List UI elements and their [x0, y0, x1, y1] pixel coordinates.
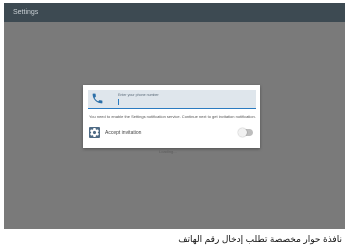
dialog-message: You need to enable the Settings notifica…	[89, 114, 256, 119]
toggle-knob	[238, 128, 247, 137]
accept-invitation-row[interactable]: Accept invitation	[89, 127, 257, 141]
phone-number-dialog: Enter your phone number You need to enab…	[83, 85, 260, 148]
phone-icon	[91, 92, 104, 105]
phone-input-placeholder: Enter your phone number	[118, 93, 159, 97]
app-bar: Settings	[4, 3, 345, 22]
phone-number-field[interactable]: Enter your phone number	[88, 90, 256, 109]
device-screen: Settings Loading... Enter your phone num…	[4, 3, 345, 229]
accept-invitation-toggle[interactable]	[238, 128, 253, 137]
gear-icon	[89, 127, 100, 138]
text-cursor	[118, 99, 119, 105]
app-title: Settings	[13, 9, 39, 16]
figure-caption: نافذة حوار مخصصة تطلب إدخال رقم الهاتف	[178, 234, 342, 244]
accept-invitation-label: Accept invitation	[105, 130, 142, 136]
background-loading-text: Loading...	[159, 149, 177, 154]
